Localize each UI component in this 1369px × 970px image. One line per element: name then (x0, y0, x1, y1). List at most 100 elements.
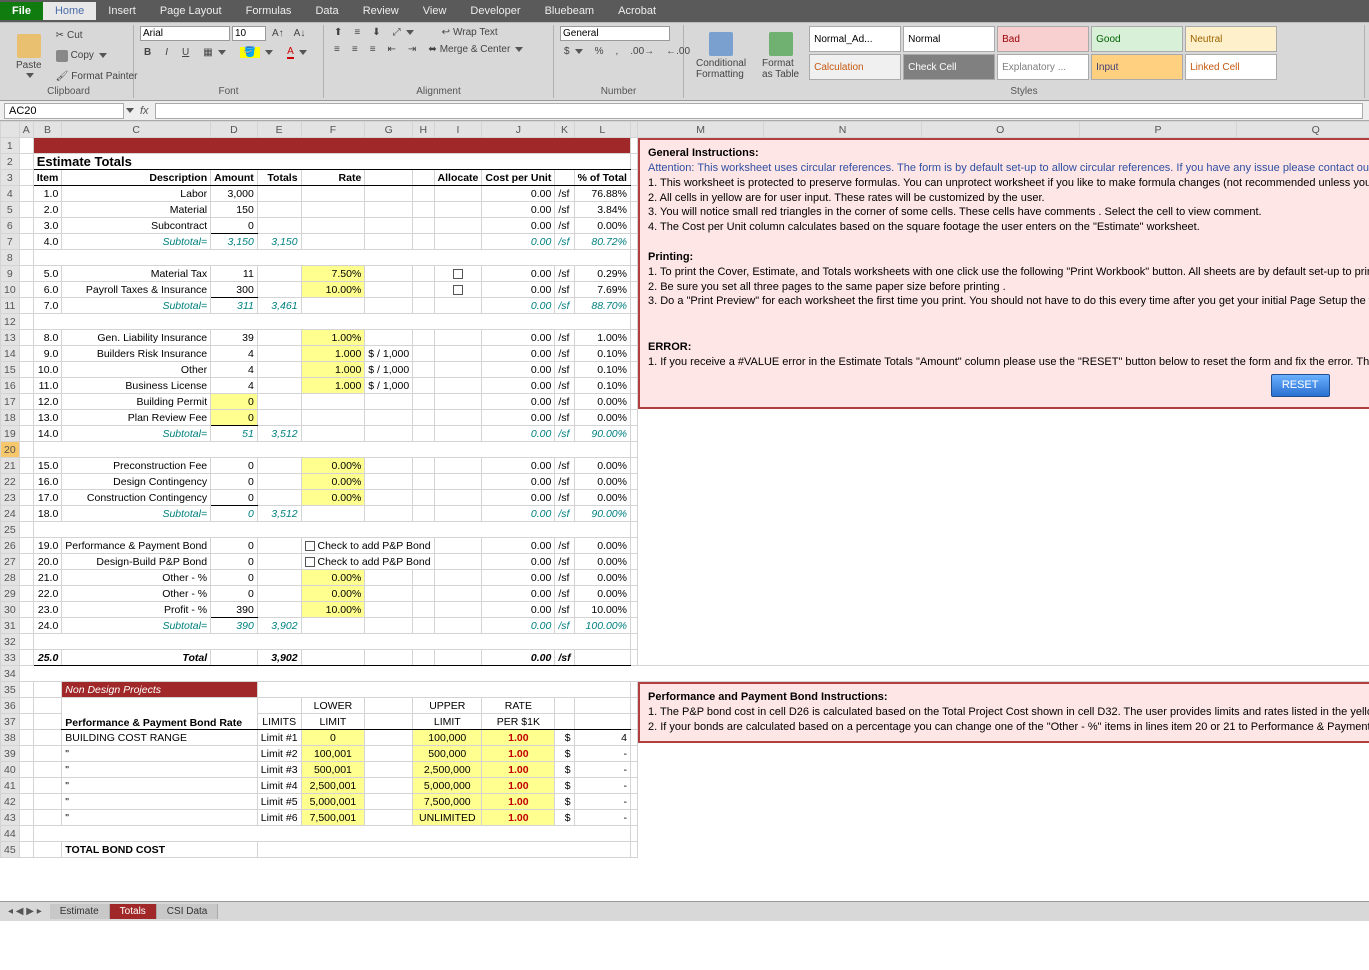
row-header[interactable]: 11 (1, 298, 20, 314)
row-header[interactable]: 34 (1, 666, 20, 682)
col-header[interactable]: H (413, 122, 434, 138)
row-header[interactable]: 18 (1, 410, 20, 426)
col-header[interactable]: M (637, 122, 763, 138)
align-top-button[interactable]: ⬆ (330, 26, 346, 39)
tab-formulas[interactable]: Formulas (234, 2, 304, 20)
row-header[interactable]: 32 (1, 634, 20, 650)
tab-nav-icons[interactable]: ◂ ◀ ▶ ▸ (0, 906, 50, 917)
sheet-tab-estimate[interactable]: Estimate (50, 904, 110, 919)
format-as-table-button[interactable]: Format as Table (756, 26, 805, 85)
row-header[interactable]: 35 (1, 682, 20, 698)
formula-bar[interactable] (155, 103, 1363, 119)
style-cell[interactable]: Calculation (809, 54, 901, 80)
style-cell[interactable]: Normal_Ad... (809, 26, 901, 52)
col-header[interactable]: N (764, 122, 922, 138)
reset-button[interactable]: RESET (1271, 374, 1330, 397)
col-header[interactable]: A (19, 122, 33, 138)
row-header[interactable]: 27 (1, 554, 20, 570)
style-cell[interactable]: Explanatory ... (997, 54, 1089, 80)
bold-button[interactable]: B (140, 45, 155, 60)
col-header[interactable]: B (33, 122, 62, 138)
row-header[interactable]: 20 (1, 442, 20, 458)
row-header[interactable]: 15 (1, 362, 20, 378)
row-header[interactable]: 39 (1, 746, 20, 762)
orientation-button[interactable]: ⤢ (389, 26, 418, 39)
row-header[interactable]: 8 (1, 250, 20, 266)
col-header[interactable]: J (482, 122, 555, 138)
row-header[interactable]: 3 (1, 170, 20, 186)
style-cell[interactable]: Normal (903, 26, 995, 52)
col-header[interactable]: K (555, 122, 574, 138)
row-header[interactable]: 31 (1, 618, 20, 634)
row-header[interactable]: 17 (1, 394, 20, 410)
sheet-tab-csi-data[interactable]: CSI Data (157, 904, 219, 919)
tab-data[interactable]: Data (303, 2, 350, 20)
format-painter-button[interactable]: 🖌Format Painter (52, 70, 142, 83)
copy-button[interactable]: Copy (52, 49, 142, 63)
col-header[interactable]: P (1079, 122, 1237, 138)
row-header[interactable]: 29 (1, 586, 20, 602)
paste-button[interactable]: Paste (10, 26, 48, 85)
row-header[interactable]: 6 (1, 218, 20, 234)
col-header[interactable]: G (365, 122, 413, 138)
col-header[interactable]: D (211, 122, 258, 138)
select-all[interactable] (1, 122, 20, 138)
checkbox[interactable] (453, 269, 463, 279)
row-header[interactable]: 5 (1, 202, 20, 218)
row-header[interactable]: 9 (1, 266, 20, 282)
tab-insert[interactable]: Insert (96, 2, 148, 20)
row-header[interactable]: 38 (1, 730, 20, 746)
row-header[interactable]: 16 (1, 378, 20, 394)
col-header[interactable]: C (62, 122, 211, 138)
align-left-button[interactable]: ≡ (330, 43, 344, 56)
align-middle-button[interactable]: ≡ (350, 26, 364, 39)
borders-button[interactable]: ▦ (199, 45, 229, 60)
cell-styles-gallery[interactable]: Normal_Ad...NormalBadGoodNeutral Calcula… (809, 26, 1277, 85)
align-bottom-button[interactable]: ⬇ (368, 26, 384, 39)
col-header[interactable]: O (921, 122, 1079, 138)
col-header[interactable] (630, 122, 637, 138)
row-header[interactable]: 40 (1, 762, 20, 778)
sheet-tab-totals[interactable]: Totals (110, 904, 157, 919)
style-cell[interactable]: Input (1091, 54, 1183, 80)
row-header[interactable]: 22 (1, 474, 20, 490)
row-header[interactable]: 42 (1, 794, 20, 810)
name-box[interactable] (4, 103, 124, 119)
row-header[interactable]: 43 (1, 810, 20, 826)
row-header[interactable]: 10 (1, 282, 20, 298)
fill-color-button[interactable]: 🪣 (236, 45, 277, 60)
row-header[interactable]: 21 (1, 458, 20, 474)
tab-page-layout[interactable]: Page Layout (148, 2, 234, 20)
checkbox[interactable] (305, 557, 315, 567)
project-title[interactable] (33, 138, 630, 154)
style-cell[interactable]: Bad (997, 26, 1089, 52)
checkbox[interactable] (453, 285, 463, 295)
row-header[interactable]: 24 (1, 506, 20, 522)
row-header[interactable]: 26 (1, 538, 20, 554)
col-header[interactable]: L (574, 122, 630, 138)
row-header[interactable]: 37 (1, 714, 20, 730)
merge-center-button[interactable]: ⬌Merge & Center (424, 43, 527, 56)
row-header[interactable]: 36 (1, 698, 20, 714)
indent-inc-button[interactable]: ⇥ (404, 43, 420, 56)
tab-acrobat[interactable]: Acrobat (606, 2, 668, 20)
tab-review[interactable]: Review (351, 2, 411, 20)
tab-developer[interactable]: Developer (458, 2, 532, 20)
indent-dec-button[interactable]: ⇤ (384, 43, 400, 56)
row-header[interactable]: 12 (1, 314, 20, 330)
worksheet-grid[interactable]: ABCDEFGHIJKLMNOPQRSTU1 General Instructi… (0, 121, 1369, 901)
row-header[interactable]: 14 (1, 346, 20, 362)
row-header[interactable]: 7 (1, 234, 20, 250)
col-header[interactable]: E (257, 122, 301, 138)
style-cell[interactable]: Check Cell (903, 54, 995, 80)
name-box-dropdown-icon[interactable] (126, 108, 134, 113)
shrink-font-button[interactable]: A↓ (290, 27, 310, 40)
row-header[interactable]: 45 (1, 842, 20, 858)
col-header[interactable]: I (434, 122, 482, 138)
row-header[interactable]: 4 (1, 186, 20, 202)
row-header[interactable]: 25 (1, 522, 20, 538)
align-center-button[interactable]: ≡ (348, 43, 362, 56)
row-header[interactable]: 23 (1, 490, 20, 506)
row-header[interactable]: 41 (1, 778, 20, 794)
row-header[interactable]: 30 (1, 602, 20, 618)
